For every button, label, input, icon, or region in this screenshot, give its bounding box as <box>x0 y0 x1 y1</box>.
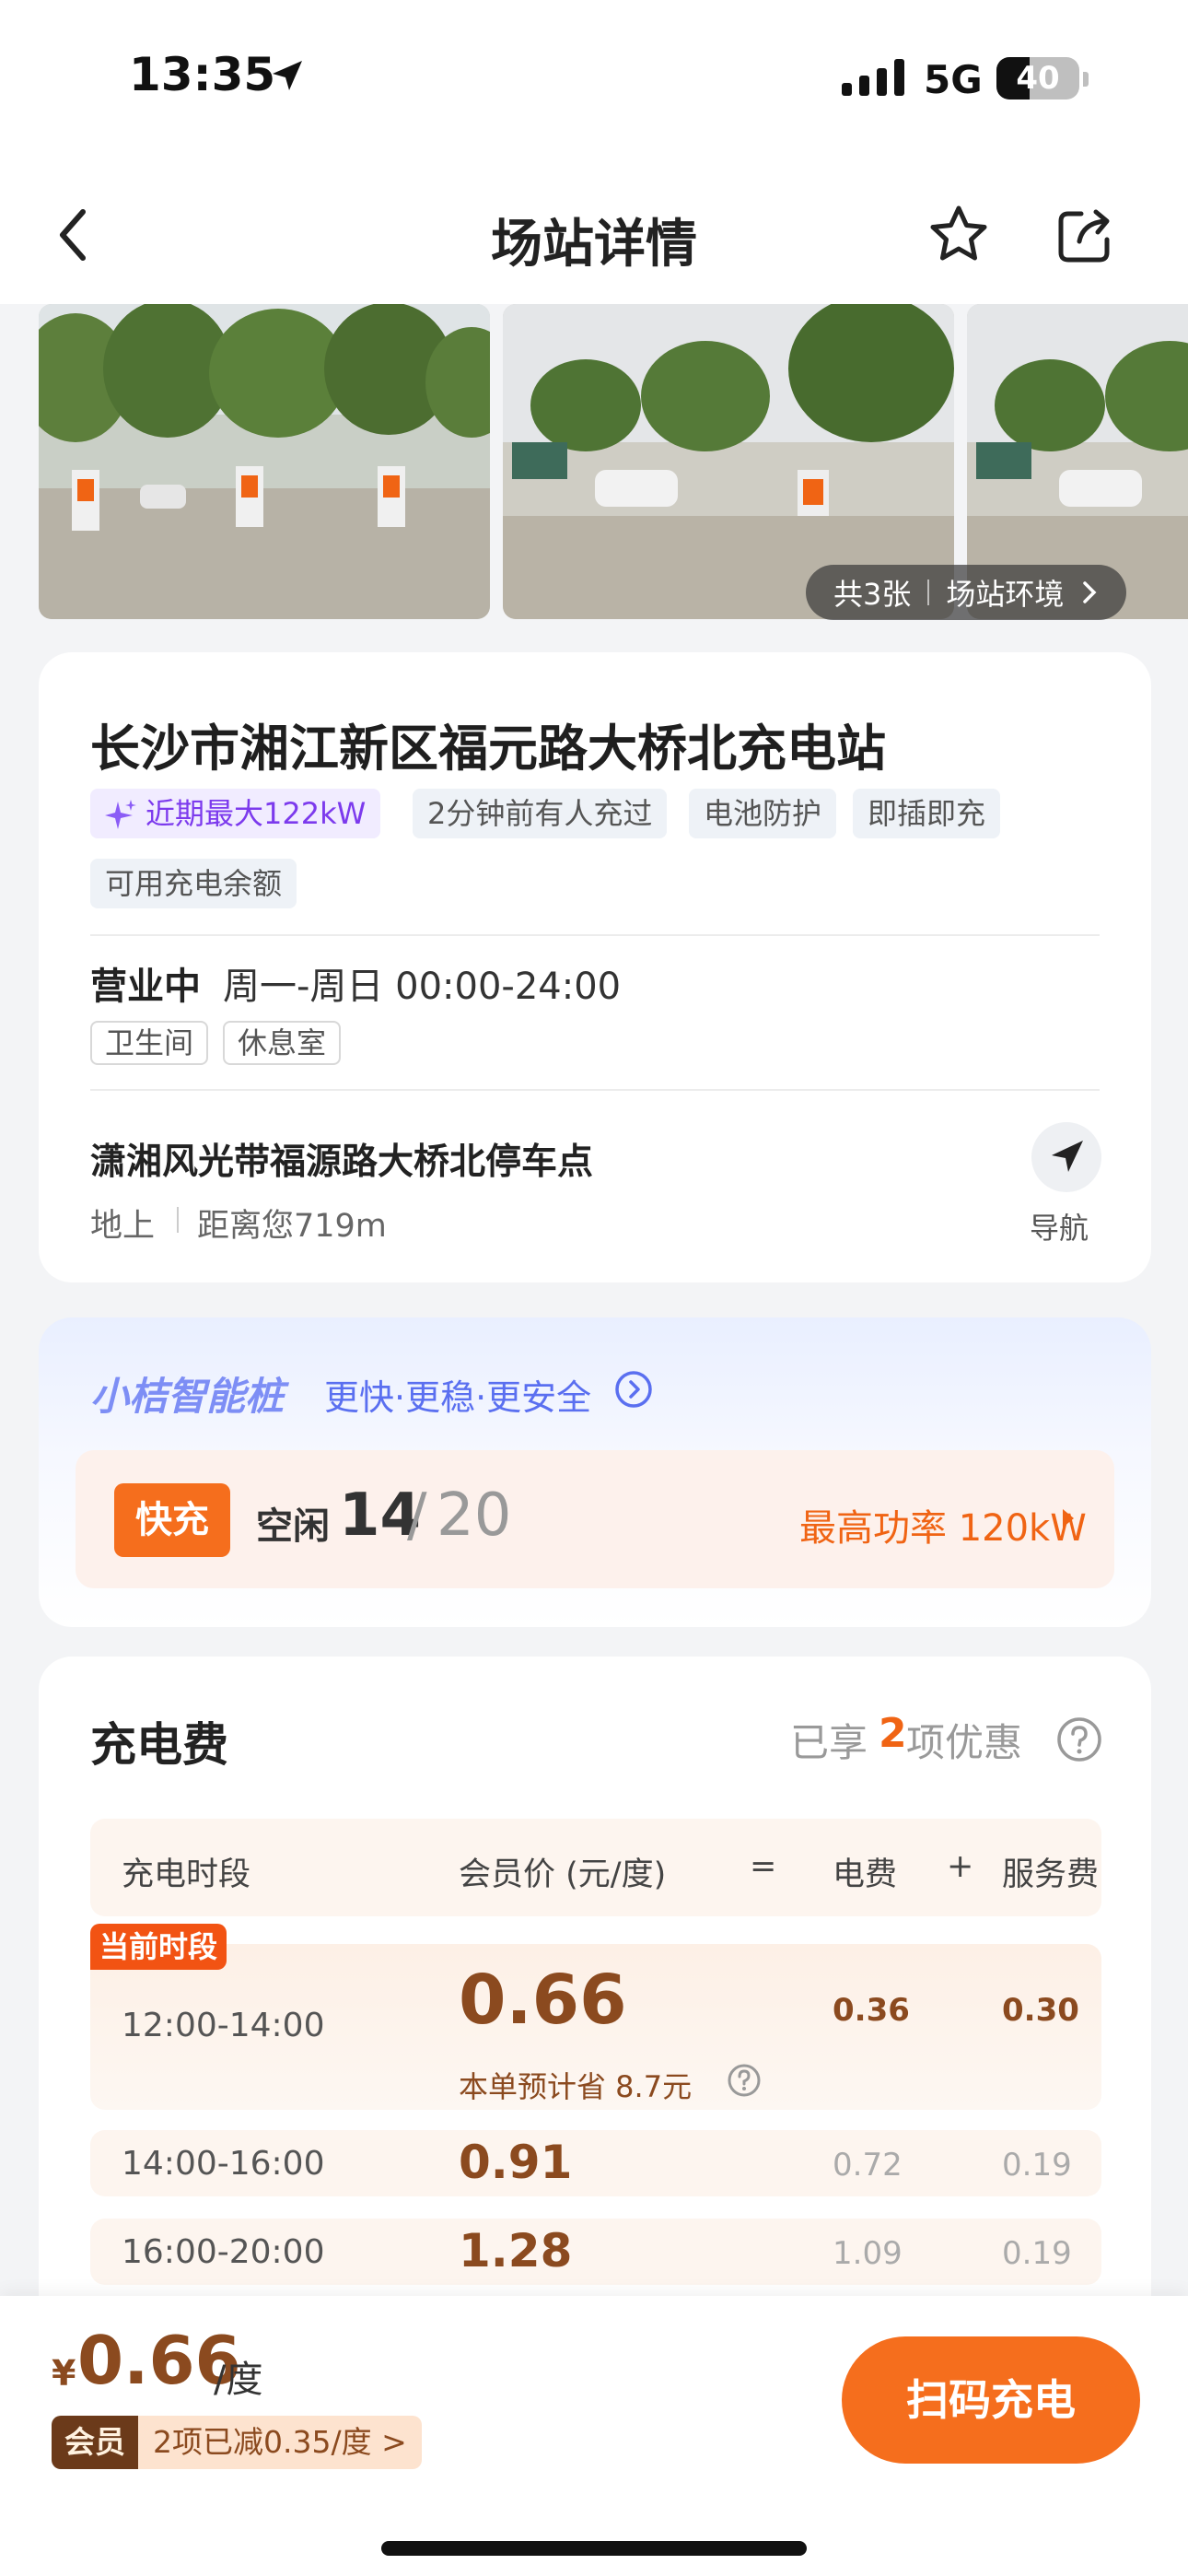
environment-label: 场站环境 <box>946 577 1065 612</box>
discount-count: 2 <box>879 1710 907 1757</box>
battery-icon: 40 <box>996 57 1079 100</box>
chevron-right-icon <box>1083 581 1097 603</box>
divider <box>90 1089 1100 1091</box>
status-bar: 13:35 5G 40 <box>0 0 1188 166</box>
idle-label: 空闲 <box>256 1505 330 1548</box>
status-time: 13:35 <box>129 48 276 101</box>
battery-protect-tag: 电池防护 <box>689 789 837 838</box>
navigate-label[interactable]: 导航 <box>1030 1205 1089 1247</box>
row-service-fee: 0.19 <box>1002 2147 1072 2184</box>
header-member-price: 会员价 (元/度) <box>459 1856 667 1893</box>
help-circle-icon[interactable] <box>1055 1715 1103 1763</box>
facility-toilet: 卫生间 <box>90 1021 209 1065</box>
header-period: 充电时段 <box>122 1856 251 1893</box>
balance-tag: 可用充电余额 <box>90 859 297 908</box>
page-title: 场站详情 <box>491 215 697 275</box>
row-period: 12:00-14:00 <box>122 2007 325 2044</box>
navigation-arrow-icon <box>1052 1141 1083 1172</box>
member-label: 会员 <box>52 2416 138 2469</box>
station-info-card: 长沙市湘江新区福元路大桥北充电站 近期最大122kW 2分钟前有人充过 电池防护… <box>39 652 1151 1282</box>
discount-prefix: 已享 <box>790 1720 868 1765</box>
header-plus: + <box>947 1848 974 1885</box>
current-period-badge: 当前时段 <box>90 1924 227 1970</box>
nav-header: 场站详情 <box>0 166 1188 304</box>
pile-brand: 小桔智能桩 <box>90 1374 285 1419</box>
fast-charge-badge: 快充 <box>114 1483 230 1557</box>
signal-icon <box>842 59 904 96</box>
station-photo[interactable] <box>39 304 490 619</box>
table-row: 16:00-20:00 1.28 1.09 0.19 <box>90 2219 1101 2285</box>
idle-separator: / <box>407 1481 427 1550</box>
price-unit: /度 <box>214 2359 263 2401</box>
total-count: 20 <box>437 1481 512 1550</box>
fee-title: 充电费 <box>90 1718 228 1772</box>
open-status: 营业中 <box>90 966 201 1008</box>
fee-table-header: 充电时段 会员价 (元/度) = 电费 + 服务费 <box>90 1819 1101 1916</box>
max-power-tag: 近期最大122kW <box>90 789 381 838</box>
header-service: 服务费 <box>1002 1856 1100 1893</box>
navigate-button[interactable] <box>1031 1122 1101 1192</box>
discount-suffix: 项优惠 <box>906 1720 1023 1765</box>
member-discount-tag[interactable]: 会员 2项已减0.35/度 > <box>52 2416 422 2469</box>
facility-lounge: 休息室 <box>223 1021 342 1065</box>
station-address: 潇湘风光带福源路大桥北停车点 <box>90 1142 594 1183</box>
recent-use-tag: 2分钟前有人充过 <box>413 789 668 838</box>
scan-charge-button[interactable]: 扫码充电 <box>842 2336 1140 2464</box>
star-icon[interactable] <box>926 203 991 267</box>
currency-symbol: ¥ <box>52 2353 76 2394</box>
table-row: 14:00-16:00 0.91 0.72 0.19 <box>90 2130 1101 2196</box>
network-label: 5G <box>924 57 983 102</box>
header-electric: 电费 <box>833 1856 898 1893</box>
station-name: 长沙市湘江新区福元路大桥北充电站 <box>90 720 886 778</box>
member-discount: 2项已减0.35/度 > <box>138 2416 422 2469</box>
sparkle-icon <box>105 800 136 829</box>
caret-right-icon <box>1063 1509 1074 1528</box>
row-electric-fee: 0.36 <box>833 1992 910 2029</box>
location-arrow-icon <box>273 61 302 90</box>
row-member-price: 1.28 <box>459 2224 573 2277</box>
table-row-current: 12:00-14:00 0.66 0.36 0.30 本单预计省 8.7元 <box>90 1944 1101 2110</box>
station-gallery[interactable]: 共3张 场站环境 <box>0 304 1188 622</box>
charging-pile-card: 小桔智能桩 更快·更稳·更安全 快充 空闲 14 / 20 最高功率 120kW <box>39 1317 1151 1627</box>
row-electric-fee: 1.09 <box>833 2235 903 2272</box>
row-service-fee: 0.30 <box>1002 1992 1079 2029</box>
row-member-price: 0.66 <box>459 1961 627 2040</box>
battery-cap <box>1083 72 1089 87</box>
bottom-action-bar: ¥ 0.66 /度 会员 2项已减0.35/度 > 扫码充电 <box>0 2296 1188 2576</box>
open-hours: 周一-周日 00:00-24:00 <box>223 966 622 1008</box>
pile-slogan[interactable]: 更快·更稳·更安全 <box>324 1369 591 1420</box>
plug-charge-tag: 即插即充 <box>853 789 1001 838</box>
battery-level: 40 <box>1016 60 1060 97</box>
estimated-saving: 本单预计省 8.7元 <box>459 2069 693 2104</box>
home-indicator[interactable] <box>381 2541 807 2556</box>
photo-count-pill[interactable]: 共3张 场站环境 <box>806 565 1127 620</box>
share-icon[interactable] <box>1054 205 1116 267</box>
header-equals: = <box>750 1848 777 1885</box>
row-period: 14:00-16:00 <box>122 2145 325 2183</box>
distance: 距离您719m <box>197 1208 387 1245</box>
divider <box>927 580 930 605</box>
row-electric-fee: 0.72 <box>833 2147 903 2184</box>
chevron-circle-right-icon[interactable] <box>613 1369 654 1410</box>
row-member-price: 0.91 <box>459 2136 573 2189</box>
row-service-fee: 0.19 <box>1002 2235 1072 2272</box>
divider <box>90 934 1100 936</box>
help-circle-icon[interactable] <box>726 2062 763 2099</box>
parking-floor: 地上 <box>90 1208 156 1245</box>
photo-count: 共3张 <box>833 577 912 612</box>
tag-label: 近期最大122kW <box>146 796 367 831</box>
divider <box>177 1207 179 1233</box>
row-period: 16:00-20:00 <box>122 2233 325 2271</box>
max-power-label: 最高功率 120kW <box>799 1507 1087 1550</box>
fast-charge-row[interactable]: 快充 空闲 14 / 20 最高功率 120kW <box>76 1450 1114 1588</box>
